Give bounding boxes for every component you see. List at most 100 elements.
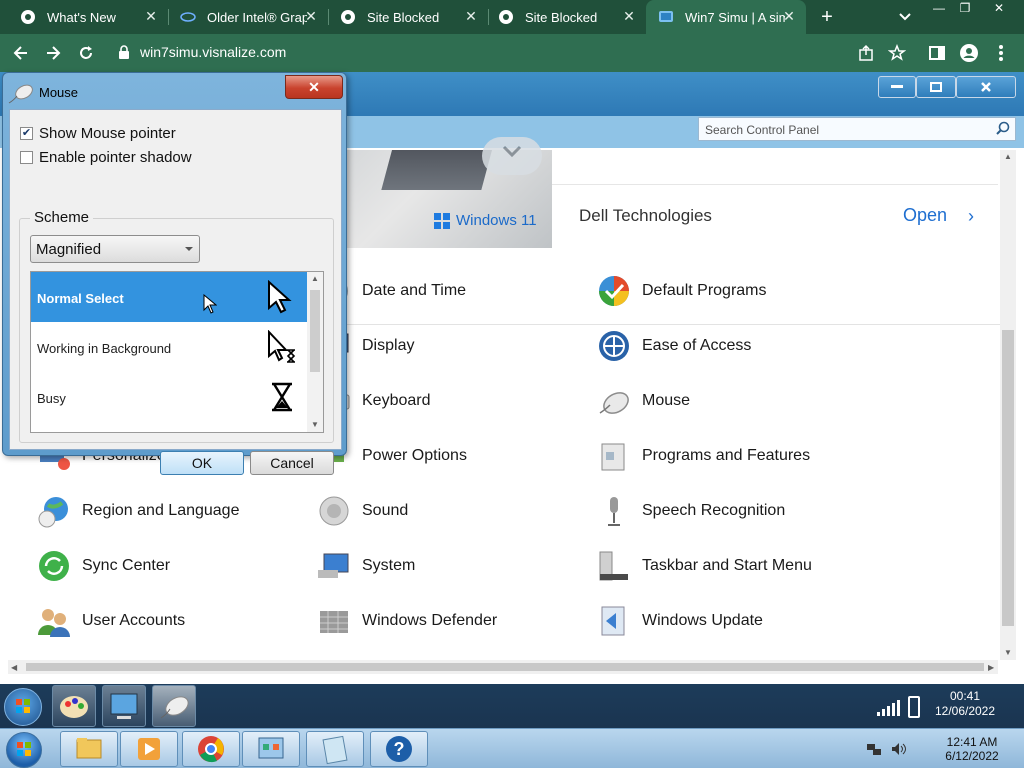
dialog-title: Mouse xyxy=(39,85,79,100)
enable-pointer-shadow-checkbox[interactable]: Enable pointer shadow xyxy=(20,149,192,166)
tab-site-blocked-2[interactable]: Site Blocked ✕ xyxy=(478,0,646,34)
list-item[interactable]: Normal Select xyxy=(31,272,307,322)
chrome-icon xyxy=(498,9,514,25)
tab-close-icon[interactable]: ✕ xyxy=(782,9,796,23)
list-item[interactable]: Working in Background xyxy=(31,322,307,372)
scheme-dropdown[interactable]: Magnified xyxy=(30,235,200,263)
help-icon[interactable]: ? xyxy=(370,731,428,767)
cp-vertical-scroll-thumb[interactable] xyxy=(1002,330,1014,626)
taskbar-mouse-icon[interactable] xyxy=(152,685,196,727)
windows-logo-icon xyxy=(434,212,450,229)
bookmark-star-icon[interactable] xyxy=(886,42,908,64)
tab-close-icon[interactable]: ✕ xyxy=(304,9,318,23)
network-tray-icon[interactable] xyxy=(866,741,882,757)
pointer-list[interactable]: Normal Select Working in Background Busy… xyxy=(30,271,324,433)
chrome-browser-icon[interactable] xyxy=(182,731,240,767)
scheme-label: Scheme xyxy=(30,209,94,226)
cancel-button[interactable]: Cancel xyxy=(250,451,334,475)
control-panel-taskbar-icon[interactable] xyxy=(242,731,300,767)
file-explorer-icon[interactable] xyxy=(60,731,118,767)
cp-item-windows-update[interactable]: Windows Update xyxy=(596,603,763,639)
host-clock[interactable]: 12:41 AM 6/12/2022 xyxy=(936,735,1008,763)
close-window-icon[interactable]: ✕ xyxy=(986,0,1012,18)
tab-win7-simu[interactable]: Win7 Simu | A sim ✕ xyxy=(646,0,806,34)
pointer-list-scroll-thumb[interactable] xyxy=(310,290,320,372)
notepad-icon[interactable] xyxy=(306,731,364,767)
tab-site-blocked-1[interactable]: Site Blocked ✕ xyxy=(320,0,488,34)
address-bar[interactable]: win7simu.visnalize.com xyxy=(140,44,286,60)
browser-tab-strip: What's New ✕ Older Intel® Grap ✕ Site Bl… xyxy=(0,0,1024,34)
new-tab-button[interactable]: + xyxy=(816,6,838,28)
search-control-panel-input[interactable]: Search Control Panel xyxy=(698,117,1016,141)
checkbox-unchecked-icon[interactable] xyxy=(20,151,33,164)
signal-bars-icon[interactable] xyxy=(876,700,900,716)
cp-item-sound[interactable]: Sound xyxy=(316,493,408,529)
tab-whats-new[interactable]: What's New ✕ xyxy=(0,0,168,34)
forward-icon[interactable] xyxy=(42,42,64,64)
taskbar-paint-icon[interactable] xyxy=(52,685,96,727)
cp-vertical-scrollbar[interactable]: ▲ ▼ xyxy=(1000,150,1016,660)
tab-search-icon[interactable] xyxy=(896,8,914,26)
tab-label: Site Blocked xyxy=(367,9,440,25)
menu-kebab-icon[interactable] xyxy=(990,42,1012,64)
show-mouse-pointer-checkbox[interactable]: ✔ Show Mouse pointer xyxy=(20,125,176,142)
volume-tray-icon[interactable] xyxy=(890,741,906,757)
cp-item-sync-center[interactable]: Sync Center xyxy=(36,548,170,584)
tab-label: Site Blocked xyxy=(525,9,598,25)
simulator-clock[interactable]: 00:41 12/06/2022 xyxy=(930,689,1000,719)
system-icon xyxy=(318,553,349,578)
host-time: 12:41 AM xyxy=(946,735,998,749)
cp-horizontal-scrollbar[interactable]: ◀ ▶ xyxy=(8,660,998,674)
cp-horizontal-scroll-thumb[interactable] xyxy=(26,663,984,671)
restore-icon[interactable]: ❐ xyxy=(952,0,978,18)
list-item[interactable]: Busy xyxy=(31,372,307,422)
cp-item-programs-and-features[interactable]: Programs and Features xyxy=(596,438,810,474)
cp-item-taskbar-and-start-menu[interactable]: Taskbar and Start Menu xyxy=(596,548,812,584)
cp-minimize-button[interactable] xyxy=(878,76,916,98)
back-icon[interactable] xyxy=(10,42,32,64)
simulator-pulldown-handle[interactable] xyxy=(482,137,542,175)
start-orb-icon[interactable] xyxy=(4,688,42,726)
cp-item-windows-defender[interactable]: Windows Defender xyxy=(316,603,497,639)
cp-close-button[interactable] xyxy=(956,76,1016,98)
tab-close-icon[interactable]: ✕ xyxy=(144,9,158,23)
cp-item-user-accounts[interactable]: User Accounts xyxy=(36,603,185,639)
search-placeholder: Search Control Panel xyxy=(705,123,820,137)
media-player-icon[interactable] xyxy=(120,731,178,767)
chevron-right-icon[interactable]: › xyxy=(968,206,974,227)
chrome-icon xyxy=(20,9,36,25)
win7-simu-icon xyxy=(658,9,674,25)
cp-item-region-and-language[interactable]: Region and Language xyxy=(36,493,239,529)
programs-icon xyxy=(601,443,625,471)
scheme-group: Scheme Magnified Normal Select Working i… xyxy=(19,209,334,443)
simulator-taskbar: 00:41 12/06/2022 xyxy=(0,684,1024,728)
ok-button[interactable]: OK xyxy=(160,451,244,475)
minimize-icon[interactable]: — xyxy=(926,0,952,18)
pointer-list-scrollbar[interactable]: ▲ ▼ xyxy=(307,272,323,432)
banner-open-link[interactable]: Open xyxy=(903,205,947,226)
mouse-cursor-icon xyxy=(203,294,217,314)
dialog-body: ✔ Show Mouse pointer Enable pointer shad… xyxy=(9,109,342,475)
profile-avatar-icon[interactable] xyxy=(958,42,980,64)
windows-start-orb-icon[interactable] xyxy=(6,732,42,768)
globe-icon xyxy=(38,497,68,528)
cp-item-ease-of-access[interactable]: Ease of Access xyxy=(596,328,751,364)
cp-maximize-button[interactable] xyxy=(916,76,956,98)
tab-close-icon[interactable]: ✕ xyxy=(464,9,478,23)
defender-icon xyxy=(320,611,348,633)
taskbar-control-panel-icon[interactable] xyxy=(102,685,146,727)
cp-item-mouse[interactable]: Mouse xyxy=(596,383,690,419)
checkbox-checked-icon[interactable]: ✔ xyxy=(20,127,33,140)
battery-icon[interactable] xyxy=(908,696,920,718)
lock-icon[interactable] xyxy=(118,45,130,59)
cp-item-default-programs[interactable]: Default Programs xyxy=(596,273,767,309)
cp-item-system[interactable]: System xyxy=(316,548,415,584)
dialog-close-button[interactable]: ✕ xyxy=(285,75,343,99)
cp-item-speech-recognition[interactable]: Speech Recognition xyxy=(596,493,785,529)
tab-close-icon[interactable]: ✕ xyxy=(622,9,636,23)
search-icon[interactable] xyxy=(995,121,1011,137)
side-panel-icon[interactable] xyxy=(926,42,948,64)
share-icon[interactable] xyxy=(856,42,878,64)
tab-intel-graphics[interactable]: Older Intel® Grap ✕ xyxy=(160,0,328,34)
reload-icon[interactable] xyxy=(75,42,97,64)
